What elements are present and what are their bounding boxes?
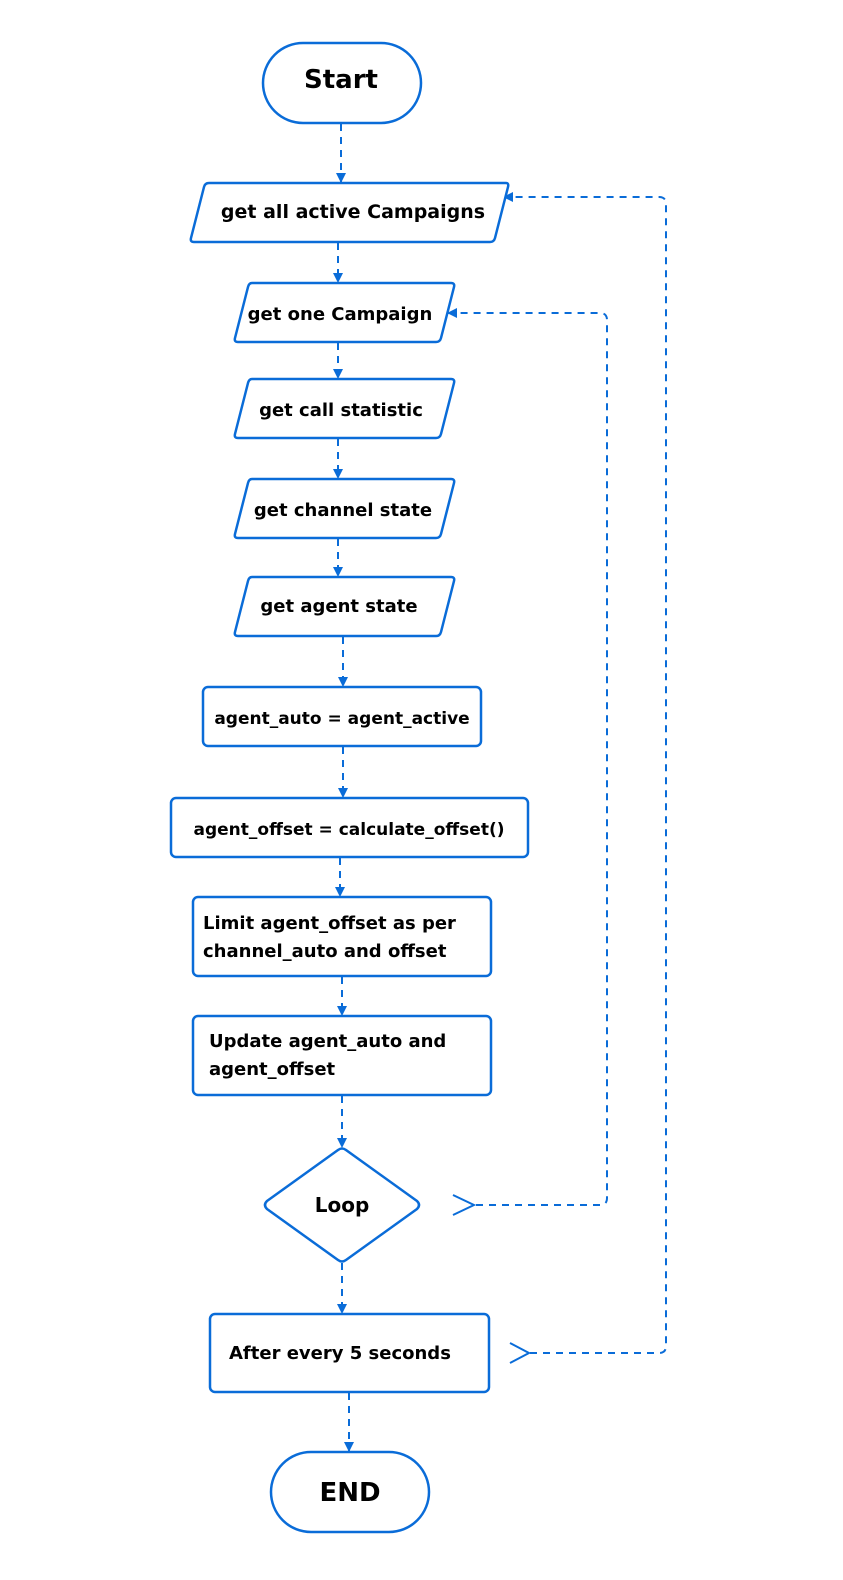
node-label: get one Campaign [248,304,433,325]
node-label: Start [304,65,378,95]
node-label: agent_auto = agent_active [214,709,469,729]
chevron-icon [452,1194,477,1216]
node-get-one-campaign[interactable]: get one Campaign [233,281,456,344]
node-get-channel-state[interactable]: get channel state [233,477,456,540]
node-after-every[interactable]: After every 5 seconds [208,1312,491,1394]
node-label: END [319,1478,380,1508]
chevron-icon [509,1342,532,1364]
node-limit-offset[interactable]: Limit agent_offset as per channel_auto a… [191,895,493,978]
node-label: Limit agent_offset as per [203,913,456,934]
flowchart: Start get all active Campaigns get one C… [169,41,667,1534]
node-label: Loop [315,1193,370,1217]
node-get-all-campaigns[interactable]: get all active Campaigns [189,181,510,244]
node-label: get agent state [260,596,417,617]
node-loop-decision[interactable]: Loop [263,1147,421,1263]
node-start[interactable]: Start [261,41,423,125]
node-label: channel_auto and offset [203,941,447,962]
edge-after-back-to-all [503,192,667,1354]
node-label: get channel state [254,500,432,521]
node-label: Update agent_auto and [209,1031,446,1052]
node-label: agent_offset = calculate_offset() [194,820,505,840]
node-update[interactable]: Update agent_auto and agent_offset [191,1014,493,1097]
node-get-agent-state[interactable]: get agent state [233,575,456,638]
node-label: agent_offset [209,1059,336,1080]
node-label: After every 5 seconds [229,1343,451,1364]
node-label: get call statistic [259,400,423,421]
node-get-call-statistic[interactable]: get call statistic [233,377,456,440]
node-end[interactable]: END [269,1450,431,1534]
node-agent-auto[interactable]: agent_auto = agent_active [201,685,483,748]
node-agent-offset[interactable]: agent_offset = calculate_offset() [169,796,530,859]
node-label: get all active Campaigns [221,201,485,223]
